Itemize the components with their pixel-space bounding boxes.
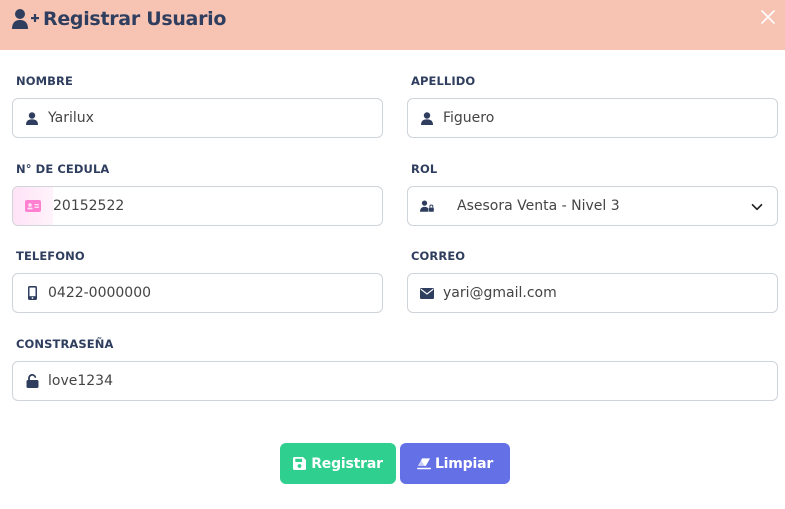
modal-header: Registrar Usuario — [0, 0, 785, 50]
cedula-value: 20152522 — [53, 198, 125, 214]
rol-label: ROL — [411, 162, 438, 176]
eraser-icon — [416, 457, 431, 471]
rol-select[interactable]: Asesora Venta - Nivel 3 — [407, 186, 778, 226]
telefono-value: 0422-0000000 — [48, 285, 152, 301]
modal-title-wrap: Registrar Usuario — [12, 8, 226, 30]
id-card-icon — [13, 187, 53, 225]
save-icon — [293, 457, 307, 471]
close-icon — [761, 10, 775, 24]
contrasena-field[interactable]: love1234 — [12, 361, 778, 401]
nombre-field[interactable]: Yarilux — [12, 98, 383, 138]
contrasena-label: CONSTRASEÑA — [16, 337, 114, 351]
cedula-label: N° DE CEDULA — [16, 162, 110, 176]
apellido-label: APELLIDO — [411, 74, 476, 88]
nombre-label: NOMBRE — [16, 74, 73, 88]
cedula-field[interactable]: 20152522 — [12, 186, 383, 226]
user-lock-icon — [420, 199, 434, 213]
modal-title: Registrar Usuario — [43, 8, 227, 30]
telefono-field[interactable]: 0422-0000000 — [12, 273, 383, 313]
clear-button-label: Limpiar — [434, 455, 494, 472]
clear-button[interactable]: Limpiar — [400, 443, 510, 484]
chevron-down-icon — [751, 200, 763, 212]
user-icon — [420, 111, 434, 125]
apellido-value: Figuero — [443, 110, 495, 126]
user-icon — [25, 111, 39, 125]
register-button[interactable]: Registrar — [280, 443, 396, 484]
correo-label: CORREO — [411, 249, 466, 263]
apellido-field[interactable]: Figuero — [407, 98, 778, 138]
user-plus-icon — [12, 8, 40, 30]
correo-value: yari@gmail.com — [443, 285, 557, 301]
mobile-icon — [25, 286, 39, 300]
close-button[interactable] — [759, 8, 777, 26]
nombre-value: Yarilux — [48, 110, 94, 126]
unlock-icon — [25, 374, 39, 388]
register-button-label: Registrar — [311, 455, 383, 472]
contrasena-value: love1234 — [48, 373, 113, 389]
rol-selected-value: Asesora Venta - Nivel 3 — [457, 198, 620, 214]
envelope-icon — [420, 286, 434, 300]
correo-field[interactable]: yari@gmail.com — [407, 273, 778, 313]
telefono-label: TELEFONO — [16, 249, 85, 263]
